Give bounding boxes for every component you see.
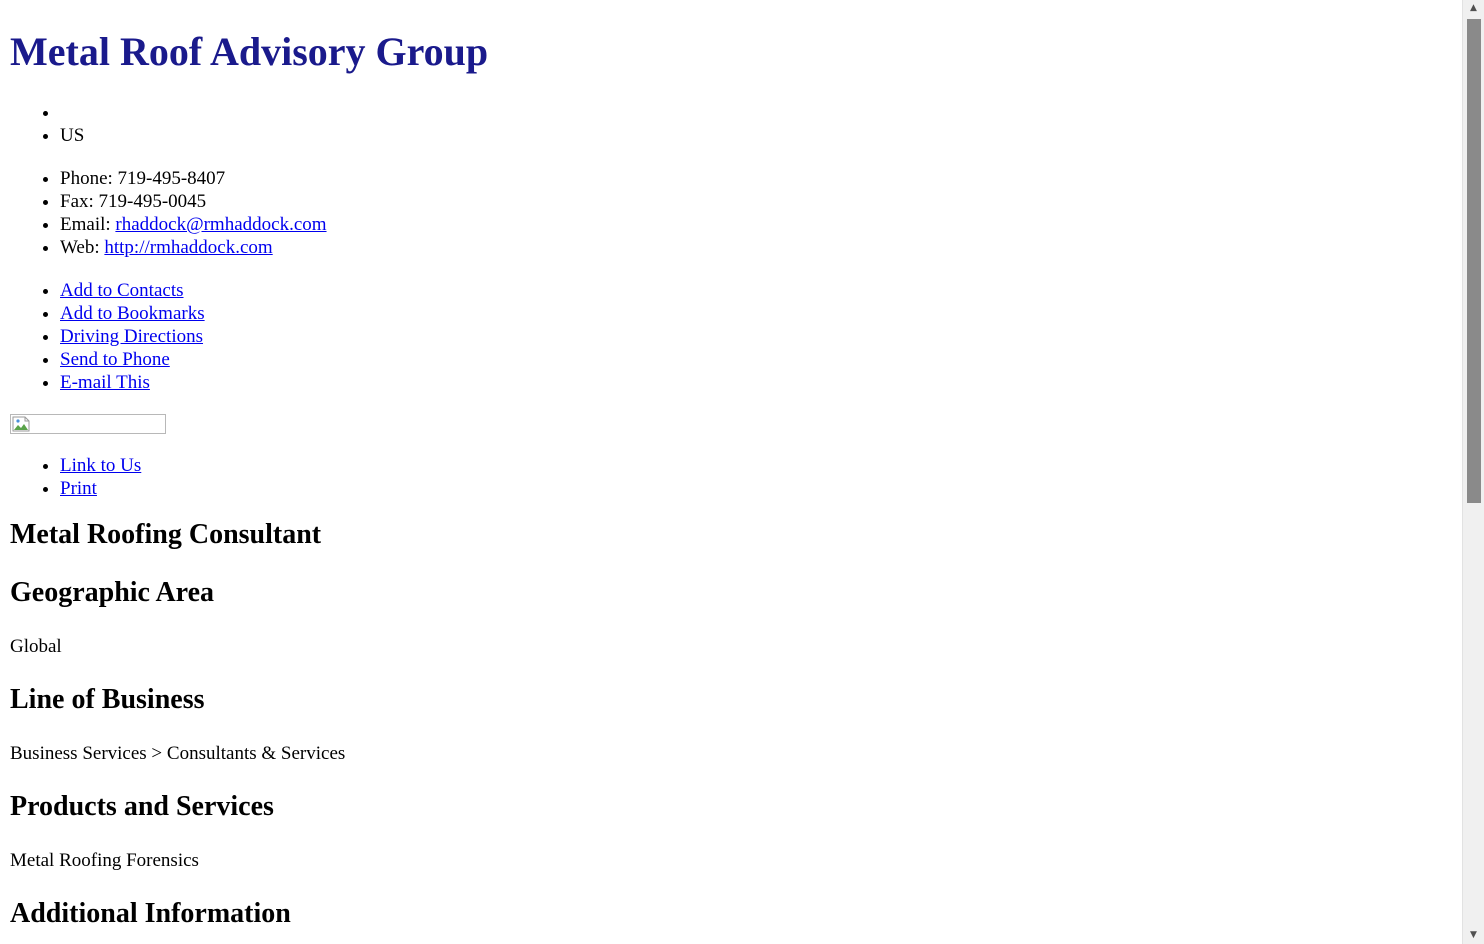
add-to-bookmarks-link[interactable]: Add to Bookmarks — [60, 303, 205, 324]
email-link[interactable]: rhaddock@rmhaddock.com — [115, 214, 326, 235]
geographic-area-heading: Geographic Area — [10, 577, 215, 608]
fax-number: 719-495-0045 — [98, 191, 207, 212]
send-to-phone-link[interactable]: Send to Phone — [60, 349, 170, 370]
add-to-contacts-link[interactable]: Add to Contacts — [60, 280, 184, 301]
action-item: E-mail This — [60, 371, 205, 394]
address-country: US — [60, 124, 84, 147]
phone-label: Phone: — [60, 168, 118, 189]
geographic-area-text: Global — [10, 636, 62, 657]
email-label: Email: — [60, 214, 116, 235]
contact-phone: Phone: 719-495-8407 — [60, 167, 327, 190]
broken-image — [10, 414, 166, 434]
driving-directions-link[interactable]: Driving Directions — [60, 326, 203, 347]
phone-number: 719-495-8407 — [117, 168, 226, 189]
link-to-us-link[interactable]: Link to Us — [60, 455, 141, 476]
action-list: Add to Contacts Add to Bookmarks Driving… — [10, 279, 205, 394]
page-content: Metal Roof Advisory Group US Phone: 719-… — [10, 0, 1450, 944]
contact-web: Web: http://rmhaddock.com — [60, 236, 327, 259]
chevron-down-icon[interactable]: ▼ — [1463, 927, 1484, 944]
additional-information-heading: Additional Information — [10, 898, 291, 929]
contact-fax: Fax: 719-495-0045 — [60, 190, 327, 213]
contact-email: Email: rhaddock@rmhaddock.com — [60, 213, 327, 236]
contact-list: Phone: 719-495-8407 Fax: 719-495-0045 Em… — [10, 167, 327, 259]
web-label: Web: — [60, 237, 105, 258]
utility-item: Link to Us — [60, 454, 141, 477]
category-heading: Metal Roofing Consultant — [10, 519, 322, 550]
print-link[interactable]: Print — [60, 478, 97, 499]
utility-links-list: Link to Us Print — [10, 454, 141, 500]
chevron-up-icon[interactable]: ▲ — [1463, 0, 1484, 17]
line-of-business-text: Business Services > Consultants & Servic… — [10, 743, 346, 764]
products-services-text: Metal Roofing Forensics — [10, 850, 199, 871]
vertical-scrollbar[interactable]: ▲ ▼ — [1462, 0, 1484, 944]
address-line-empty — [60, 101, 84, 124]
line-of-business-heading: Line of Business — [10, 684, 205, 715]
address-list: US — [10, 101, 84, 147]
action-item: Driving Directions — [60, 325, 205, 348]
utility-item: Print — [60, 477, 141, 500]
action-item: Add to Bookmarks — [60, 302, 205, 325]
action-item: Send to Phone — [60, 348, 205, 371]
page-title: Metal Roof Advisory Group — [10, 29, 489, 74]
fax-label: Fax: — [60, 191, 99, 212]
action-item: Add to Contacts — [60, 279, 205, 302]
email-this-link[interactable]: E-mail This — [60, 372, 150, 393]
website-link[interactable]: http://rmhaddock.com — [104, 237, 272, 258]
products-services-heading: Products and Services — [10, 791, 274, 822]
scrollbar-thumb[interactable] — [1467, 19, 1481, 503]
broken-image-icon — [12, 416, 30, 432]
